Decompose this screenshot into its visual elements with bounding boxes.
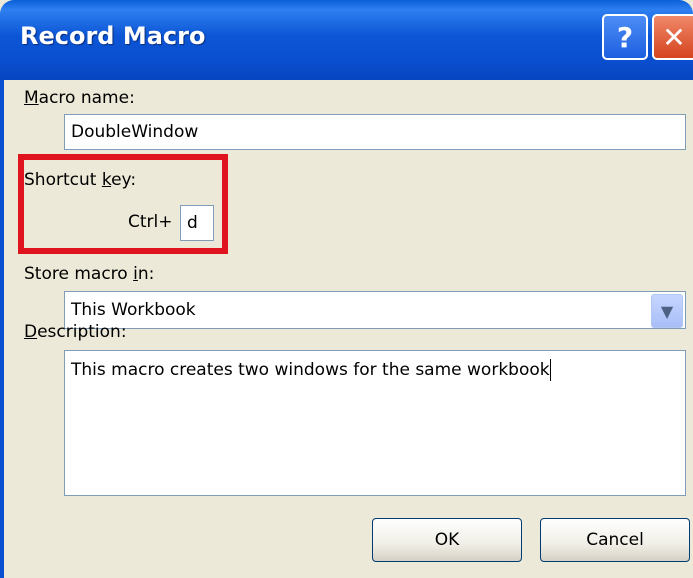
help-icon: ? [616,20,634,54]
description-textarea[interactable]: This macro creates two windows for the s… [64,350,686,496]
description-text: This macro creates two windows for the s… [71,360,550,380]
close-button[interactable]: ✕ [652,14,693,60]
ok-button[interactable]: OK [372,518,522,562]
title-bar[interactable]: Record Macro ? ✕ [0,0,693,80]
description-label: Description: [24,322,127,342]
cancel-button[interactable]: Cancel [540,518,690,562]
macro-name-label: Macro name: [24,88,135,108]
shortcut-highlight-box [18,154,228,254]
dialog-title: Record Macro [20,22,206,50]
window-frame-left [0,80,4,578]
chevron-down-icon[interactable]: ▼ [651,294,683,328]
macro-name-input[interactable]: DoubleWindow [64,114,686,150]
store-macro-selected: This Workbook [71,300,196,320]
macro-name-value: DoubleWindow [71,122,199,142]
close-icon: ✕ [662,20,686,54]
help-button[interactable]: ? [602,14,648,60]
store-macro-select[interactable]: This Workbook ▼ [64,291,686,329]
text-caret [549,359,551,381]
store-macro-label: Store macro in: [24,264,155,284]
